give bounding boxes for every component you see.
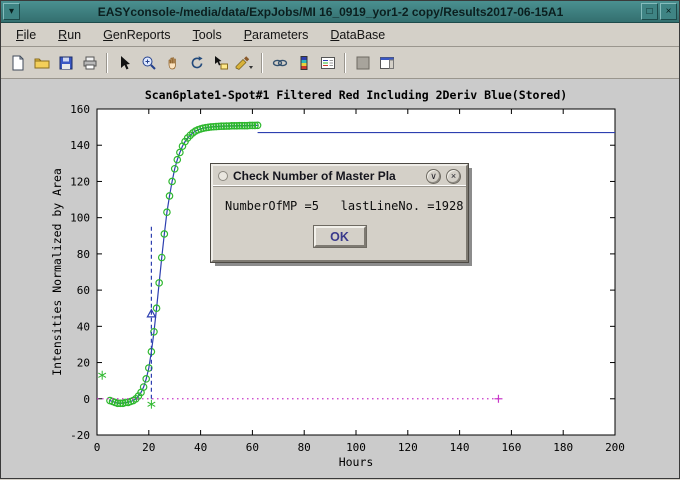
- open-file-button[interactable]: [30, 51, 53, 74]
- dialog-title: Check Number of Master Pla: [233, 169, 421, 183]
- link-plot-button[interactable]: [268, 51, 291, 74]
- x-tick-label: 180: [553, 441, 573, 454]
- window-menu-button[interactable]: ▾: [3, 3, 20, 20]
- open-folder-icon: [34, 55, 50, 71]
- x-tick-label: 80: [298, 441, 311, 454]
- insert-legend-button[interactable]: [316, 51, 339, 74]
- x-tick-label: 20: [142, 441, 155, 454]
- close-icon: ×: [666, 7, 672, 17]
- rotate-3d-button[interactable]: [185, 51, 208, 74]
- brush-data-button[interactable]: [233, 51, 256, 74]
- window-menu-icon: ▾: [9, 7, 14, 17]
- new-document-icon: [10, 55, 26, 71]
- zoom-in-button[interactable]: [137, 51, 160, 74]
- menu-item-database[interactable]: DataBase: [321, 25, 394, 45]
- cursor-arrow-icon: [117, 55, 133, 71]
- maximize-icon: □: [646, 7, 652, 17]
- x-tick-label: 200: [605, 441, 625, 454]
- menu-item-run[interactable]: Run: [49, 25, 90, 45]
- dialog-body: NumberOfMP =5 lastLineNo. =1928 OK: [213, 187, 466, 260]
- printer-icon: [82, 55, 98, 71]
- legend-icon: [320, 55, 336, 71]
- y-tick-label: 140: [70, 139, 90, 152]
- toolbar-separator: [344, 53, 346, 73]
- colorbar-icon: [296, 55, 312, 71]
- y-tick-label: 120: [70, 175, 90, 188]
- edit-arrow-button[interactable]: [113, 51, 136, 74]
- menu-item-genreports[interactable]: GenReports: [94, 25, 179, 45]
- plot-canvas[interactable]: 0 20 40 60 80 100 120 140 160 180 200 -20 0 20 40 60 80 1…: [1, 79, 680, 480]
- window-close-button[interactable]: ×: [660, 3, 677, 20]
- x-tick-label: 100: [346, 441, 366, 454]
- figure-area: 0 20 40 60 80 100 120 140 160 180 200 -20 0 20 40 60 80 1…: [1, 79, 679, 478]
- hand-icon: [165, 55, 181, 71]
- app-window: ▾ EASYconsole-/media/data/ExpJobs/MI 16_…: [0, 0, 680, 479]
- y-tick-label: 160: [70, 103, 90, 116]
- dialog-ok-button[interactable]: OK: [314, 226, 366, 247]
- chain-link-icon: [272, 55, 288, 71]
- brush-icon: [235, 55, 254, 71]
- save-figure-button[interactable]: [54, 51, 77, 74]
- save-floppy-icon: [58, 55, 74, 71]
- menu-item-parameters[interactable]: Parameters: [235, 25, 318, 45]
- y-tick-label: 60: [77, 284, 90, 297]
- y-tick-label: 20: [77, 357, 90, 370]
- data-cursor-icon: [213, 55, 229, 71]
- toolbar-separator: [261, 53, 263, 73]
- menu-item-file[interactable]: File: [7, 25, 45, 45]
- x-axis-label: Hours: [339, 455, 374, 469]
- rotate-arrow-icon: [189, 55, 205, 71]
- x-tick-label: 160: [501, 441, 521, 454]
- dialog-icon: [218, 171, 228, 181]
- hide-plot-tools-icon: [355, 55, 371, 71]
- show-plot-tools-icon: [379, 55, 395, 71]
- menu-item-tools[interactable]: Tools: [184, 25, 231, 45]
- x-tick-label: 60: [246, 441, 259, 454]
- y-tick-label: 80: [77, 248, 90, 261]
- y-axis-label: Intensities Normalized by Area: [50, 168, 64, 376]
- insert-colorbar-button[interactable]: [292, 51, 315, 74]
- plot-title: Scan6plate1-Spot#1 Filtered Red Includin…: [145, 88, 567, 102]
- x-tick-label: 140: [450, 441, 470, 454]
- x-tick-label: 40: [194, 441, 207, 454]
- y-tick-label: 0: [83, 393, 90, 406]
- menu-bar: FileRunGenReportsToolsParametersDataBase: [1, 23, 679, 47]
- toolbar-separator: [106, 53, 108, 73]
- y-tick-label: -20: [70, 429, 90, 442]
- chevron-down-icon: ∨: [430, 172, 437, 181]
- window-title: EASYconsole-/media/data/ExpJobs/MI 16_09…: [22, 5, 639, 19]
- dialog: Check Number of Master Pla ∨ × NumberOfM…: [211, 164, 468, 262]
- new-figure-button[interactable]: [6, 51, 29, 74]
- magnifier-plus-icon: [141, 55, 157, 71]
- pan-hand-button[interactable]: [161, 51, 184, 74]
- y-tick-label: 100: [70, 212, 90, 225]
- window-titlebar[interactable]: ▾ EASYconsole-/media/data/ExpJobs/MI 16_…: [1, 1, 679, 23]
- print-figure-button[interactable]: [78, 51, 101, 74]
- window-maximize-button[interactable]: □: [641, 3, 658, 20]
- data-cursor-button[interactable]: [209, 51, 232, 74]
- x-tick-label: 0: [94, 441, 101, 454]
- show-plot-tools-button[interactable]: [375, 51, 398, 74]
- close-icon: ×: [451, 172, 456, 181]
- dialog-collapse-button[interactable]: ∨: [426, 169, 441, 184]
- x-tick-label: 120: [398, 441, 418, 454]
- dialog-titlebar[interactable]: Check Number of Master Pla ∨ ×: [213, 166, 466, 187]
- toolbar: [1, 47, 679, 79]
- dialog-close-button[interactable]: ×: [446, 169, 461, 184]
- dialog-message: NumberOfMP =5 lastLineNo. =1928: [225, 199, 454, 213]
- hide-plot-tools-button[interactable]: [351, 51, 374, 74]
- y-tick-label: 40: [77, 320, 90, 333]
